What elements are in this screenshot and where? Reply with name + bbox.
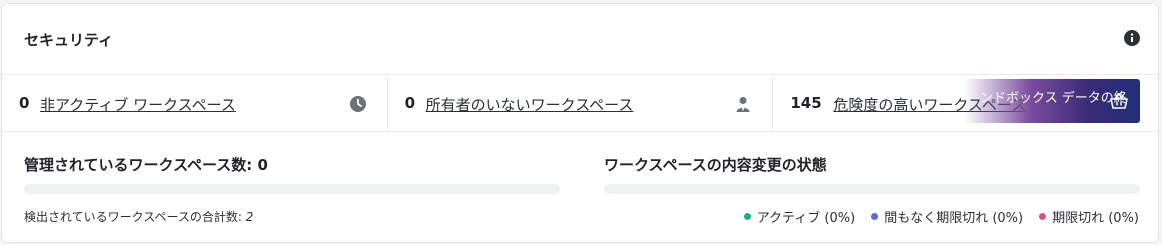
person-icon	[736, 97, 750, 112]
security-card: セキュリティ 0 非アクティブ ワークスペース 0 所有者のいないワークスペース	[1, 3, 1159, 243]
legend-expiring-soon: 間もなく期限切れ (0%)	[871, 207, 1023, 226]
clock-icon	[349, 96, 366, 112]
legend-dot	[743, 213, 751, 220]
stat-count: 0	[19, 94, 30, 112]
stat-count: 0	[404, 94, 416, 112]
total-workspaces: 検出されているワークスペースの合計数: 2	[24, 208, 253, 225]
info-icon[interactable]	[1124, 30, 1140, 46]
legend-dot	[871, 213, 879, 220]
status-legend: アクティブ (0%) 間もなく期限切れ (0%) 期限切れ (0%)	[743, 207, 1139, 226]
stat-ownerless-workspaces: 0 所有者のいないワークスペース	[388, 75, 774, 131]
total-value: 2	[245, 210, 254, 224]
card-title: セキュリティ	[24, 31, 114, 49]
card-header: セキュリティ	[2, 4, 1158, 74]
content-change-progress-bar	[604, 184, 1140, 194]
legend-label: アクティブ (0%)	[756, 211, 856, 226]
legend-dot	[1039, 213, 1047, 220]
managed-workspaces-title: 管理されているワークスペース数: 0	[24, 156, 268, 174]
stat-count: 145	[790, 94, 822, 112]
legend-expired: 期限切れ (0%)	[1039, 207, 1139, 226]
legend-label: 期限切れ (0%)	[1052, 211, 1139, 226]
stat-inactive-workspaces: 0 非アクティブ ワークスペース	[2, 75, 388, 131]
content-change-status-title: ワークスペースの内容変更の状態	[604, 156, 827, 174]
basket-icon	[1110, 93, 1128, 109]
promo-banner[interactable]: ンドボックス データの終	[964, 79, 1140, 123]
promo-text: ンドボックス データの終	[980, 91, 1127, 106]
managed-progress-bar	[24, 184, 560, 194]
inactive-workspaces-link[interactable]: 非アクティブ ワークスペース	[40, 94, 236, 115]
legend-label: 間もなく期限切れ (0%)	[884, 211, 1024, 226]
ownerless-workspaces-link[interactable]: 所有者のいないワークスペース	[426, 94, 634, 115]
legend-active: アクティブ (0%)	[743, 207, 856, 226]
total-label: 検出されているワークスペースの合計数:	[24, 210, 246, 224]
